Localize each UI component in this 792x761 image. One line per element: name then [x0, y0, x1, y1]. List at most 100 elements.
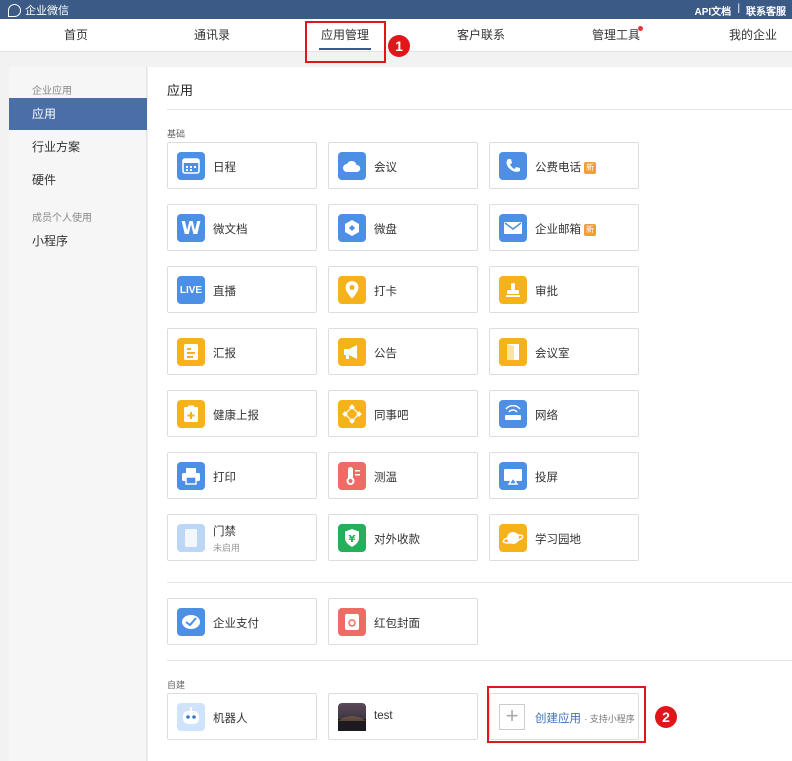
section-divider	[167, 582, 792, 583]
app-card[interactable]: W 微文档	[167, 204, 317, 251]
app-card[interactable]: 打卡	[328, 266, 478, 313]
gate-icon	[177, 524, 205, 552]
app-label: 企业支付	[213, 615, 259, 631]
app-label: 投屏	[535, 469, 558, 485]
app-label: 打印	[213, 469, 236, 485]
cloud-icon	[338, 152, 366, 180]
new-badge: 新	[584, 162, 596, 174]
main-panel: 应用 基础 自建 机器人 test + 创建应用 · 支持小程序 日程 会议 公费电…	[148, 67, 792, 761]
top-bar: 企业微信 API文档 | 联系客服	[0, 0, 792, 19]
app-card[interactable]: 公告	[328, 328, 478, 375]
screen-cast-icon	[499, 462, 527, 490]
app-label-text: 学习园地	[535, 534, 581, 546]
sidebar-group-enterprise-apps: 企业应用	[32, 86, 72, 97]
app-label: 健康上报	[213, 407, 259, 423]
section-divider-custom	[167, 660, 792, 661]
app-label-text: 公费电话	[535, 162, 581, 174]
app-card[interactable]: 微盘	[328, 204, 478, 251]
wecom-logo-icon	[8, 3, 21, 17]
annotation-number-1: 1	[388, 35, 410, 57]
app-label: 公费电话新	[535, 159, 596, 175]
app-label: 公告	[374, 345, 397, 361]
sidebar: 企业应用 应用 行业方案 硬件 成员个人使用 小程序	[9, 67, 147, 761]
brand-logo[interactable]: 企业微信	[8, 2, 69, 18]
app-label-text: 打卡	[374, 286, 397, 298]
location-pin-icon	[338, 276, 366, 304]
health-icon	[177, 400, 205, 428]
app-card-test[interactable]: test	[328, 693, 478, 740]
app-card[interactable]: 测温	[328, 452, 478, 499]
app-card[interactable]: 健康上报	[167, 390, 317, 437]
annotation-number-2: 2	[655, 706, 677, 728]
app-label: 微盘	[374, 221, 397, 237]
red-envelope-icon	[338, 608, 366, 636]
app-card[interactable]: 公费电话新	[489, 142, 639, 189]
app-label: 网络	[535, 407, 558, 423]
link-separator: |	[737, 3, 740, 14]
app-label: test	[374, 710, 393, 722]
stamp-icon	[499, 276, 527, 304]
section-label-custom: 自建	[167, 680, 186, 690]
app-card[interactable]: 会议室	[489, 328, 639, 375]
app-status: 未启用	[213, 543, 241, 553]
nav-my-enterprise[interactable]: 我的企业	[722, 19, 784, 52]
app-label-text: 投屏	[535, 472, 558, 484]
app-label-text: 网络	[535, 410, 558, 422]
nav-contacts[interactable]: 通讯录	[182, 19, 242, 52]
drive-icon	[338, 214, 366, 242]
section-label-basic: 基础	[167, 129, 186, 139]
nav-admin-tools[interactable]: 管理工具	[585, 19, 647, 52]
nav-home[interactable]: 首页	[52, 19, 100, 52]
app-card[interactable]: 会议	[328, 142, 478, 189]
app-label-text: 会议	[374, 162, 397, 174]
app-card[interactable]: 同事吧	[328, 390, 478, 437]
app-label: 审批	[535, 283, 558, 299]
app-label: 打卡	[374, 283, 397, 299]
api-docs-link[interactable]: API文档	[695, 3, 732, 18]
sidebar-item-mini-programs[interactable]: 小程序	[9, 225, 147, 257]
calendar-icon	[177, 152, 205, 180]
app-label-text: 测温	[374, 472, 397, 484]
app-label-text: 微文档	[213, 224, 248, 236]
app-card[interactable]: LIVE 直播	[167, 266, 317, 313]
app-card-robot[interactable]: 机器人	[167, 693, 317, 740]
app-card[interactable]: 审批	[489, 266, 639, 313]
phone-icon	[499, 152, 527, 180]
app-card[interactable]: 日程	[167, 142, 317, 189]
annotation-box-1	[305, 21, 386, 63]
app-label-text: 直播	[213, 286, 236, 298]
app-label: 会议	[374, 159, 397, 175]
app-label-text: 公告	[374, 348, 397, 360]
app-card[interactable]: ¥ 对外收款	[328, 514, 478, 561]
app-label: 微文档	[213, 221, 248, 237]
app-label: 企业邮箱新	[535, 221, 596, 237]
sidebar-item-industry-solutions[interactable]: 行业方案	[9, 131, 147, 163]
app-card[interactable]: 门禁 未启用	[167, 514, 317, 561]
page-title: 应用	[167, 83, 194, 98]
app-card[interactable]: 汇报	[167, 328, 317, 375]
app-label-text: 日程	[213, 162, 236, 174]
app-card[interactable]: 网络	[489, 390, 639, 437]
app-label-text: 企业支付	[213, 618, 259, 630]
sidebar-item-apps[interactable]: 应用	[9, 98, 147, 130]
nav-customer-contact[interactable]: 客户联系	[450, 19, 512, 52]
sidebar-item-hardware[interactable]: 硬件	[9, 164, 147, 196]
app-card[interactable]: 学习园地	[489, 514, 639, 561]
app-label-text: 打印	[213, 472, 236, 484]
app-card[interactable]: 红包封面	[328, 598, 478, 645]
mail-icon	[499, 214, 527, 242]
app-label-text: 企业邮箱	[535, 224, 581, 236]
thumbnail-image	[338, 703, 366, 731]
app-card[interactable]: 投屏	[489, 452, 639, 499]
brand-name: 企业微信	[25, 5, 69, 17]
sidebar-group-personal: 成员个人使用	[32, 213, 92, 224]
app-card[interactable]: 打印	[167, 452, 317, 499]
app-label: 机器人	[213, 713, 248, 725]
app-card[interactable]: 企业邮箱新	[489, 204, 639, 251]
title-divider	[167, 109, 792, 110]
support-link[interactable]: 联系客服	[746, 3, 786, 18]
doc-w-icon: W	[177, 214, 205, 242]
app-card[interactable]: 企业支付	[167, 598, 317, 645]
app-label: 直播	[213, 283, 236, 299]
report-icon	[177, 338, 205, 366]
